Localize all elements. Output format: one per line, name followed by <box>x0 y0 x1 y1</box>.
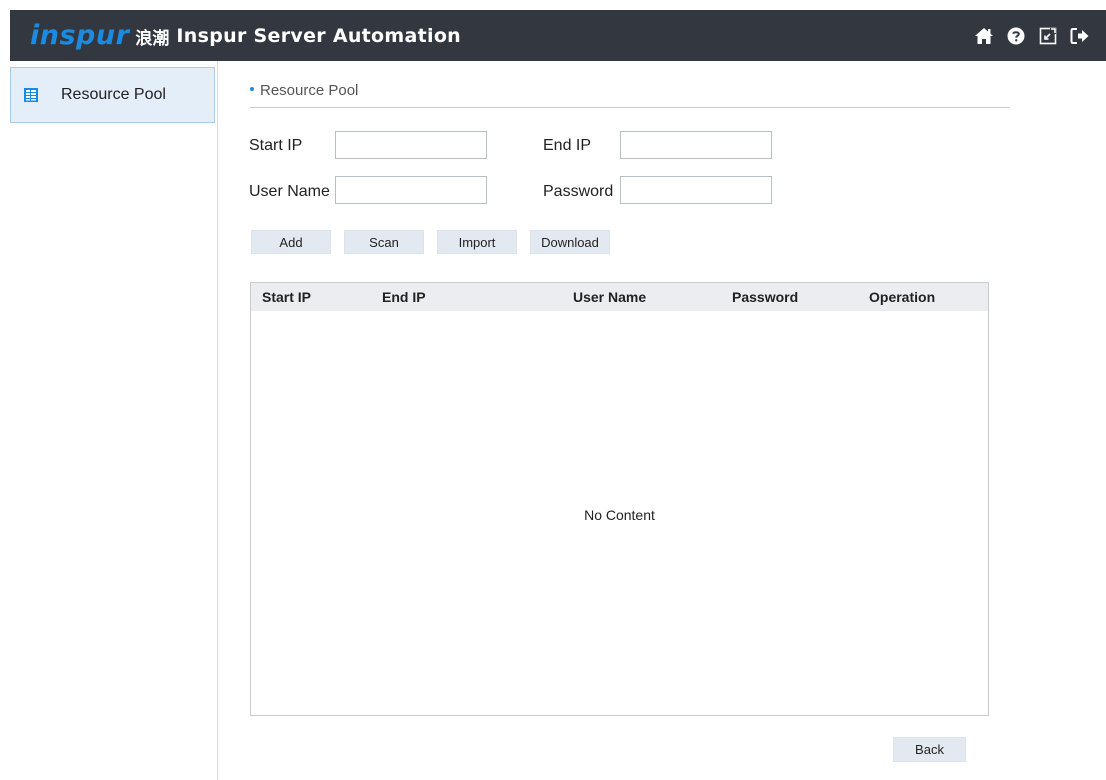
empty-state-text: No Content <box>584 507 655 523</box>
section-title: Resource Pool <box>250 82 1010 108</box>
scan-button[interactable]: Scan <box>344 230 424 254</box>
start-ip-label: Start IP <box>249 137 303 154</box>
column-header-operation[interactable]: Operation <box>869 283 935 311</box>
logout-icon[interactable] <box>1068 24 1092 48</box>
user-name-input[interactable] <box>335 176 487 204</box>
end-ip-label: End IP <box>543 137 592 154</box>
export-icon[interactable] <box>1036 24 1060 48</box>
import-button[interactable]: Import <box>437 230 517 254</box>
sidebar-item-resource-pool[interactable]: Resource Pool <box>10 67 215 123</box>
section-title-text: Resource Pool <box>260 82 359 99</box>
back-button[interactable]: Back <box>893 737 966 762</box>
password-input[interactable] <box>620 176 772 204</box>
password-label: Password <box>543 183 614 200</box>
start-ip-input[interactable] <box>335 131 487 159</box>
sidebar: Resource Pool <box>10 61 218 780</box>
column-header-start-ip[interactable]: Start IP <box>262 283 311 311</box>
header-actions <box>972 10 1092 61</box>
home-icon[interactable] <box>972 24 996 48</box>
logo-chinese: 浪潮 <box>135 28 170 49</box>
resource-table: Start IP End IP User Name Password Opera… <box>250 282 989 716</box>
end-ip-input[interactable] <box>620 131 772 159</box>
app-title: Inspur Server Automation <box>176 25 461 47</box>
help-icon[interactable] <box>1004 24 1028 48</box>
table-header: Start IP End IP User Name Password Opera… <box>251 283 988 311</box>
column-header-user-name[interactable]: User Name <box>573 283 646 311</box>
brand-logo: INSPUR 浪潮 Inspur Server Automation <box>30 22 461 50</box>
sidebar-item-label: Resource Pool <box>61 86 166 103</box>
table-icon <box>24 88 38 102</box>
logo-wordmark: INSPUR <box>30 20 130 51</box>
download-button[interactable]: Download <box>530 230 610 254</box>
bullet-icon <box>250 86 254 91</box>
top-header: INSPUR 浪潮 Inspur Server Automation <box>10 10 1106 61</box>
column-header-end-ip[interactable]: End IP <box>382 283 426 311</box>
add-button[interactable]: Add <box>251 230 331 254</box>
user-name-label: User Name <box>249 183 330 200</box>
column-header-password[interactable]: Password <box>732 283 798 311</box>
